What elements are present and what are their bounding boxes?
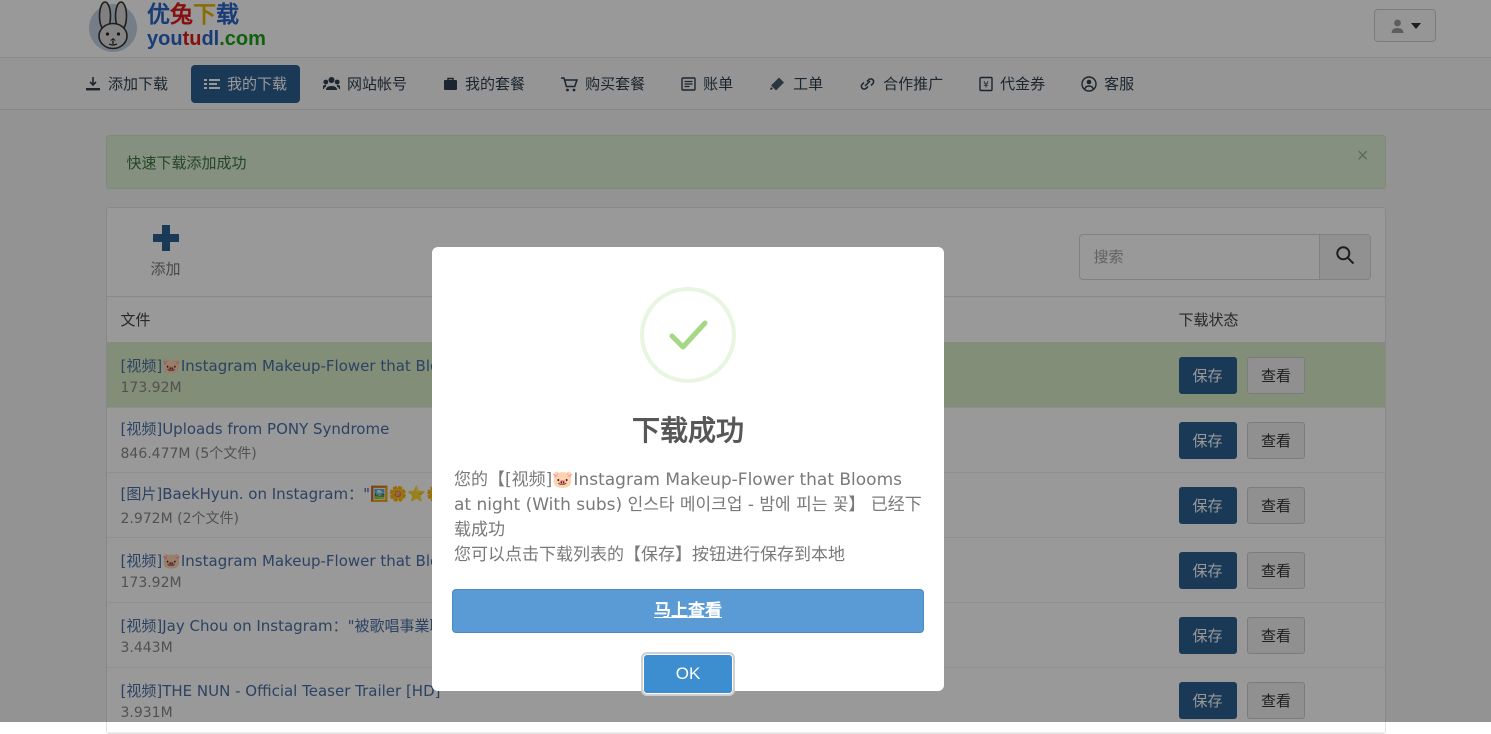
modal-title: 下载成功	[452, 409, 924, 449]
modal-body: 您的【[视频]🐷Instagram Makeup-Flower that Blo…	[452, 468, 924, 569]
download-success-modal: 下载成功 您的【[视频]🐷Instagram Makeup-Flower tha…	[432, 247, 944, 691]
success-check-icon	[640, 287, 736, 383]
ok-button[interactable]: OK	[641, 652, 735, 696]
view-now-button[interactable]: 马上查看	[452, 589, 924, 633]
modal-body-line-2: 您可以点击下载列表的【保存】按钮进行保存到本地	[454, 543, 922, 568]
modal-body-line-1: 您的【[视频]🐷Instagram Makeup-Flower that Blo…	[454, 470, 922, 540]
